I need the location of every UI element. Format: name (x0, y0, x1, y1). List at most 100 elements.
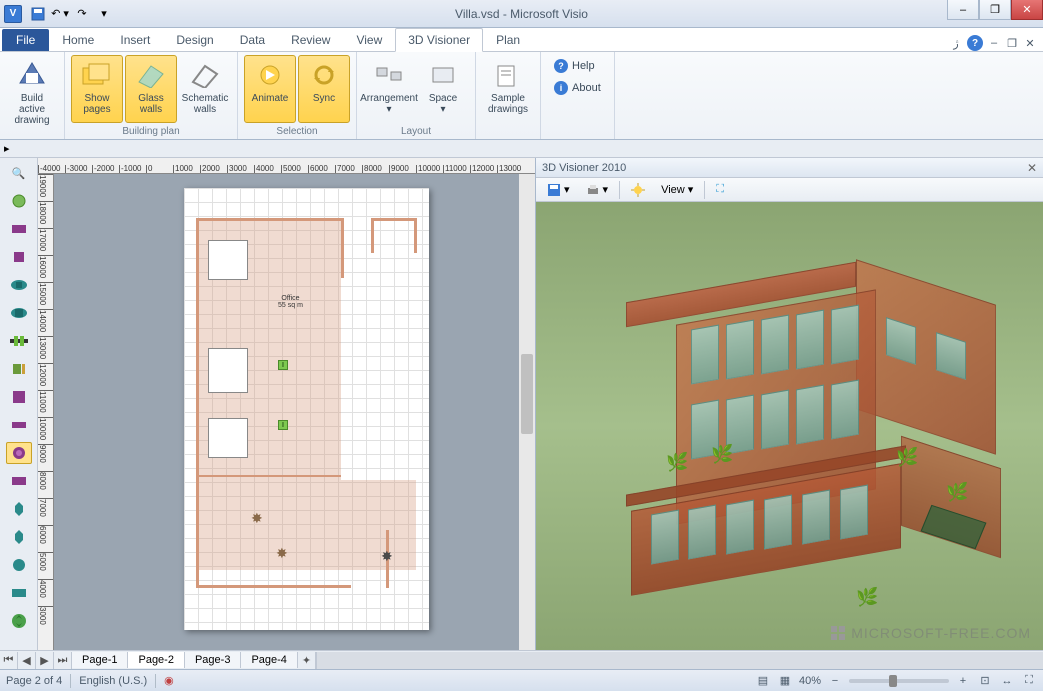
formula-bar: ▸ (0, 140, 1043, 158)
drawing-page[interactable]: Office55 sq m I I ✸ ✸ ✸ (184, 188, 429, 630)
page-tab[interactable]: Page-1 (72, 652, 128, 668)
page-prev-button[interactable]: ◀ (18, 652, 36, 669)
status-record-icon[interactable]: ◉ (164, 674, 174, 687)
close-button[interactable]: ✕ (1011, 0, 1043, 20)
schematic-icon (189, 59, 221, 91)
shape-item[interactable] (6, 218, 32, 240)
shape-item[interactable] (6, 470, 32, 492)
statusbar: Page 2 of 4 English (U.S.) ◉ ▤ ▦ 40% − +… (0, 669, 1043, 691)
plant-icon: 🌿 (711, 444, 733, 465)
tab-plan[interactable]: Plan (483, 28, 533, 51)
shape-item[interactable] (6, 610, 32, 632)
tab-data[interactable]: Data (227, 28, 278, 51)
mdi-restore-icon[interactable]: ❐ (1005, 36, 1019, 50)
help-button[interactable]: ?Help (547, 55, 608, 77)
page-next-button[interactable]: ▶ (36, 652, 54, 669)
visioner-panel: 3D Visioner 2010 ✕ ▾ ▾ View ▾ ⛶ (535, 158, 1043, 650)
tab-3d-visioner[interactable]: 3D Visioner (395, 28, 483, 52)
qat-redo-button[interactable]: ↷ (72, 5, 92, 23)
visioner-light-button[interactable] (624, 180, 652, 200)
window-title: Villa.vsd - Microsoft Visio (455, 7, 588, 21)
zoom-slider[interactable] (849, 679, 949, 683)
arrangement-button[interactable]: Arrangement▾ (363, 55, 415, 123)
ribbon-group-sample: Sample drawings (476, 52, 541, 139)
glass-walls-button[interactable]: Glass walls (125, 55, 177, 123)
shape-item[interactable] (6, 414, 32, 436)
marker-icon: I (278, 360, 288, 370)
visioner-3d-view[interactable]: 🌿 🌿 🌿 🌿 🌿 MICROSOFT-FREE.COM (536, 202, 1043, 650)
visioner-expand-button[interactable]: ⛶ (709, 180, 731, 199)
qat-customize-button[interactable]: ▾ (94, 5, 114, 23)
shape-item[interactable] (6, 330, 32, 352)
shapes-panel: 🔍 (0, 158, 38, 650)
shape-item[interactable] (6, 358, 32, 380)
visioner-save-button[interactable]: ▾ (540, 180, 577, 200)
page-tab-active[interactable]: Page-2 (128, 652, 184, 668)
zoom-out-button[interactable]: − (827, 673, 843, 689)
plant-icon: 🌿 (896, 447, 918, 468)
shape-item[interactable] (6, 386, 32, 408)
schematic-walls-button[interactable]: Schematic walls (179, 55, 231, 123)
tab-view[interactable]: View (343, 28, 395, 51)
formula-icon[interactable]: ▸ (4, 142, 10, 155)
status-zoom-value[interactable]: 40% (799, 675, 821, 687)
page-first-button[interactable]: ⏮ (0, 652, 18, 669)
build-icon (16, 59, 48, 91)
canvas-viewport[interactable]: Office55 sq m I I ✸ ✸ ✸ (54, 174, 535, 650)
tab-design[interactable]: Design (163, 28, 226, 51)
qat-undo-button[interactable]: ↶ ▾ (50, 5, 70, 23)
ribbon-group-build: Build active drawing (0, 52, 65, 139)
visioner-close-button[interactable]: ✕ (1027, 161, 1037, 175)
fit-width-button[interactable]: ↔ (999, 673, 1015, 689)
page-tab[interactable]: Page-4 (241, 652, 297, 668)
scrollbar-vertical[interactable] (519, 174, 535, 650)
glass-icon (135, 59, 167, 91)
page-tab[interactable]: Page-3 (185, 652, 241, 668)
shape-item[interactable] (6, 274, 32, 296)
help-icon[interactable]: ? (967, 35, 983, 51)
sample-drawings-button[interactable]: Sample drawings (482, 55, 534, 123)
about-button[interactable]: iAbout (547, 77, 608, 99)
page-last-button[interactable]: ⏭ (54, 652, 72, 669)
tab-insert[interactable]: Insert (107, 28, 163, 51)
show-pages-button[interactable]: Show pages (71, 55, 123, 123)
minimize-button[interactable]: – (947, 0, 979, 20)
watermark: MICROSOFT-FREE.COM (829, 624, 1031, 642)
status-layers-icon[interactable]: ▤ (755, 673, 771, 689)
floor-plan: Office55 sq m I I ✸ ✸ ✸ (196, 200, 417, 618)
tab-review[interactable]: Review (278, 28, 343, 51)
visioner-view-button[interactable]: View ▾ (654, 180, 700, 199)
build-active-drawing-button[interactable]: Build active drawing (6, 55, 58, 123)
fit-page-button[interactable]: ⊡ (977, 673, 993, 689)
animate-button[interactable]: Animate (244, 55, 296, 123)
shape-item[interactable] (6, 246, 32, 268)
shape-item-selected[interactable] (6, 442, 32, 464)
shape-item[interactable] (6, 582, 32, 604)
maximize-button[interactable]: ❐ (979, 0, 1011, 20)
qat-save-button[interactable] (28, 5, 48, 23)
page-add-button[interactable]: ✦ (298, 652, 316, 669)
zoom-in-button[interactable]: + (955, 673, 971, 689)
sync-button[interactable]: Sync (298, 55, 350, 123)
status-grid-icon[interactable]: ▦ (777, 673, 793, 689)
scrollbar-horizontal[interactable] (316, 652, 1043, 669)
shape-item[interactable] (6, 554, 32, 576)
shapes-more-icon[interactable] (6, 190, 32, 212)
visioner-print-button[interactable]: ▾ (579, 180, 616, 200)
tab-home[interactable]: Home (49, 28, 107, 51)
canvas-area: -4000-3000-2000-100001000200030004000500… (38, 158, 535, 650)
fullscreen-button[interactable]: ⛶ (1021, 673, 1037, 689)
space-button[interactable]: Space▾ (417, 55, 469, 123)
mdi-minimize-icon[interactable]: – (987, 36, 1001, 50)
space-icon (427, 59, 459, 91)
file-tab[interactable]: File (2, 29, 49, 51)
sample-icon (492, 59, 524, 91)
ribbon-minimize-icon[interactable]: ﮊ (949, 36, 963, 50)
shape-item[interactable] (6, 302, 32, 324)
page-tabs-bar: ⏮ ◀ ▶ ⏭ Page-1 Page-2 Page-3 Page-4 ✦ (0, 650, 1043, 669)
shape-item[interactable] (6, 498, 32, 520)
shape-item[interactable] (6, 526, 32, 548)
status-language[interactable]: English (U.S.) (79, 675, 147, 687)
mdi-close-icon[interactable]: ✕ (1023, 36, 1037, 50)
shapes-search-icon[interactable]: 🔍 (6, 162, 32, 184)
